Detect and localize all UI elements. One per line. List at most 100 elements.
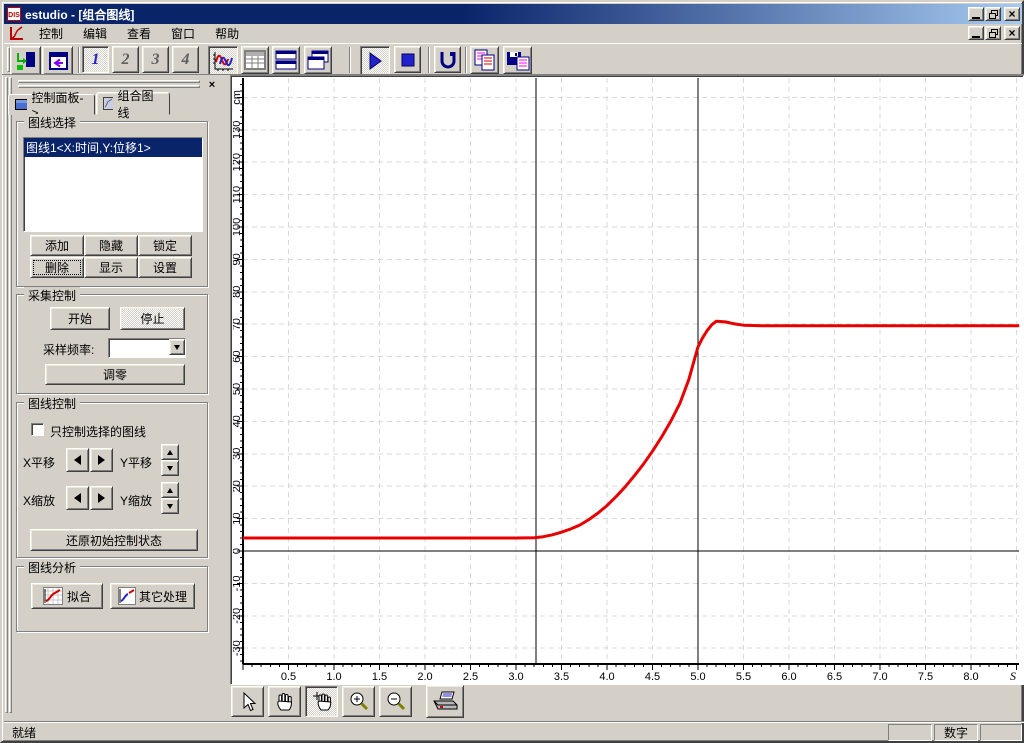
- split-horizontal-button[interactable]: [272, 46, 300, 74]
- svg-text:1.5: 1.5: [372, 671, 387, 683]
- curve-select-title: 图线选择: [24, 114, 80, 131]
- stop-acquisition-button[interactable]: [394, 46, 421, 73]
- page-1-button[interactable]: 1: [82, 46, 109, 73]
- other-process-button[interactable]: 其它处理: [110, 583, 195, 609]
- page-3-button[interactable]: 3: [142, 46, 169, 73]
- panel-gripper[interactable]: [9, 77, 12, 713]
- zoom-out-tool-button[interactable]: [379, 686, 412, 717]
- svg-text:40: 40: [233, 415, 243, 427]
- lock-curve-button[interactable]: 锁定: [138, 235, 192, 256]
- start-acquisition-button[interactable]: [360, 46, 390, 75]
- svg-text:3.0: 3.0: [508, 671, 523, 683]
- x-zoom-in-button[interactable]: [90, 486, 113, 510]
- cursor-arrow-icon: [239, 692, 257, 712]
- cascade-windows-button[interactable]: [304, 46, 332, 74]
- settings-curve-button[interactable]: 设置: [138, 257, 192, 278]
- page-4-button[interactable]: 4: [172, 46, 199, 73]
- minimize-button[interactable]: [968, 7, 984, 21]
- svg-text:S: S: [1010, 669, 1016, 683]
- pan-cursor-tool-button[interactable]: [305, 686, 338, 717]
- arrow-left-icon: [74, 493, 81, 503]
- delete-curve-button[interactable]: 删除: [30, 257, 84, 278]
- u-tool-button[interactable]: [434, 46, 461, 73]
- sample-rate-dropdown-button[interactable]: [169, 339, 185, 355]
- printer-icon: [430, 689, 460, 715]
- only-selected-checkbox[interactable]: [31, 423, 44, 436]
- restore-button[interactable]: [985, 7, 1001, 21]
- sample-rate-label: 采样频率:: [43, 341, 94, 358]
- y-zoom-down-button[interactable]: [161, 498, 179, 514]
- reset-controls-button[interactable]: 还原初始控制状态: [30, 529, 198, 551]
- panel-close-button[interactable]: ×: [205, 78, 219, 91]
- zoom-out-icon: [385, 691, 406, 712]
- svg-text:4.5: 4.5: [645, 671, 660, 683]
- menu-edit[interactable]: 编辑: [74, 23, 116, 44]
- save-data-button[interactable]: [503, 46, 532, 74]
- panel-drag-handle[interactable]: [18, 85, 200, 88]
- zero-adjust-button[interactable]: 调零: [45, 364, 185, 385]
- mdi-restore-button[interactable]: [985, 26, 1001, 40]
- curve-list-item[interactable]: 图线1<X:时间,Y:位移1>: [24, 138, 202, 157]
- menu-window[interactable]: 窗口: [162, 23, 204, 44]
- page-3-label: 3: [152, 51, 160, 69]
- print-button[interactable]: [426, 685, 464, 718]
- table-view-icon: [244, 50, 266, 70]
- panel-drag-handle[interactable]: [18, 80, 200, 83]
- graph-view-button[interactable]: [208, 46, 238, 75]
- other-process-label: 其它处理: [139, 588, 187, 605]
- play-icon: [366, 52, 384, 70]
- menu-help[interactable]: 帮助: [206, 23, 248, 44]
- add-curve-button[interactable]: 添加: [30, 235, 84, 256]
- connect-device-button[interactable]: [10, 46, 41, 75]
- zoom-in-tool-button[interactable]: [342, 686, 375, 717]
- svg-text:120: 120: [233, 153, 243, 171]
- svg-text:-20: -20: [233, 608, 243, 624]
- page-2-button[interactable]: 2: [112, 46, 139, 73]
- y-zoom-up-button[interactable]: [161, 482, 179, 498]
- curve-select-group: 图线选择 图线1<X:时间,Y:位移1> 添加 隐藏 锁定 删除 显示 设置: [16, 121, 208, 287]
- mdi-close-button[interactable]: ×: [1004, 26, 1020, 40]
- y-pan-up-button[interactable]: [161, 444, 179, 460]
- svg-text:5.0: 5.0: [690, 671, 705, 683]
- panel-gripper[interactable]: [5, 77, 8, 713]
- page-1-label: 1: [92, 51, 100, 69]
- mdi-minimize-button[interactable]: [968, 26, 984, 40]
- svg-text:3.5: 3.5: [554, 671, 569, 683]
- x-pan-right-button[interactable]: [90, 448, 113, 472]
- panel-close-icon: ×: [209, 80, 215, 90]
- window-title: estudio - [组合图线]: [25, 6, 134, 23]
- show-curve-button[interactable]: 显示: [84, 257, 138, 278]
- curve-listbox[interactable]: 图线1<X:时间,Y:位移1>: [23, 137, 203, 232]
- title-bar[interactable]: DIS estudio - [组合图线]: [4, 4, 1022, 24]
- combined-graph-plot[interactable]: 0.51.01.52.02.53.03.54.04.55.05.56.06.57…: [233, 78, 1023, 684]
- sample-rate-combobox[interactable]: [108, 338, 186, 358]
- table-view-button[interactable]: [241, 46, 269, 74]
- arrow-down-icon: [167, 466, 173, 471]
- tab-combined-graph[interactable]: 组合图线: [96, 92, 170, 115]
- start-button[interactable]: 开始: [50, 307, 110, 330]
- select-tool-button[interactable]: [231, 686, 264, 717]
- chart-panel[interactable]: 0.51.01.52.02.53.03.54.04.55.05.56.06.57…: [230, 75, 1024, 685]
- tab-control-panel[interactable]: 控制面板->: [8, 94, 95, 115]
- fit-button[interactable]: 拟合: [31, 583, 103, 609]
- zoom-in-icon: [348, 691, 369, 712]
- arrow-up-icon: [167, 450, 173, 455]
- close-button[interactable]: ×: [1004, 7, 1020, 21]
- menu-view[interactable]: 查看: [118, 23, 160, 44]
- x-zoom-out-button[interactable]: [66, 486, 89, 510]
- svg-text:50: 50: [233, 383, 243, 395]
- document-chart-icon[interactable]: [8, 26, 24, 42]
- menu-control[interactable]: 控制: [30, 23, 72, 44]
- acquisition-group: 采集控制 开始 停止 采样频率: 调零: [16, 294, 208, 394]
- copy-data-button[interactable]: [470, 46, 499, 74]
- hide-curve-button[interactable]: 隐藏: [84, 235, 138, 256]
- svg-text:0.5: 0.5: [281, 671, 296, 683]
- import-window-button[interactable]: [42, 46, 73, 75]
- menu-bar: 控制 编辑 查看 窗口 帮助: [4, 24, 1022, 43]
- y-pan-down-button[interactable]: [161, 460, 179, 476]
- svg-text:90: 90: [233, 253, 243, 265]
- stop-button[interactable]: 停止: [120, 307, 185, 330]
- pan-tool-button[interactable]: [268, 686, 301, 717]
- x-pan-left-button[interactable]: [66, 448, 89, 472]
- svg-text:5.5: 5.5: [736, 671, 751, 683]
